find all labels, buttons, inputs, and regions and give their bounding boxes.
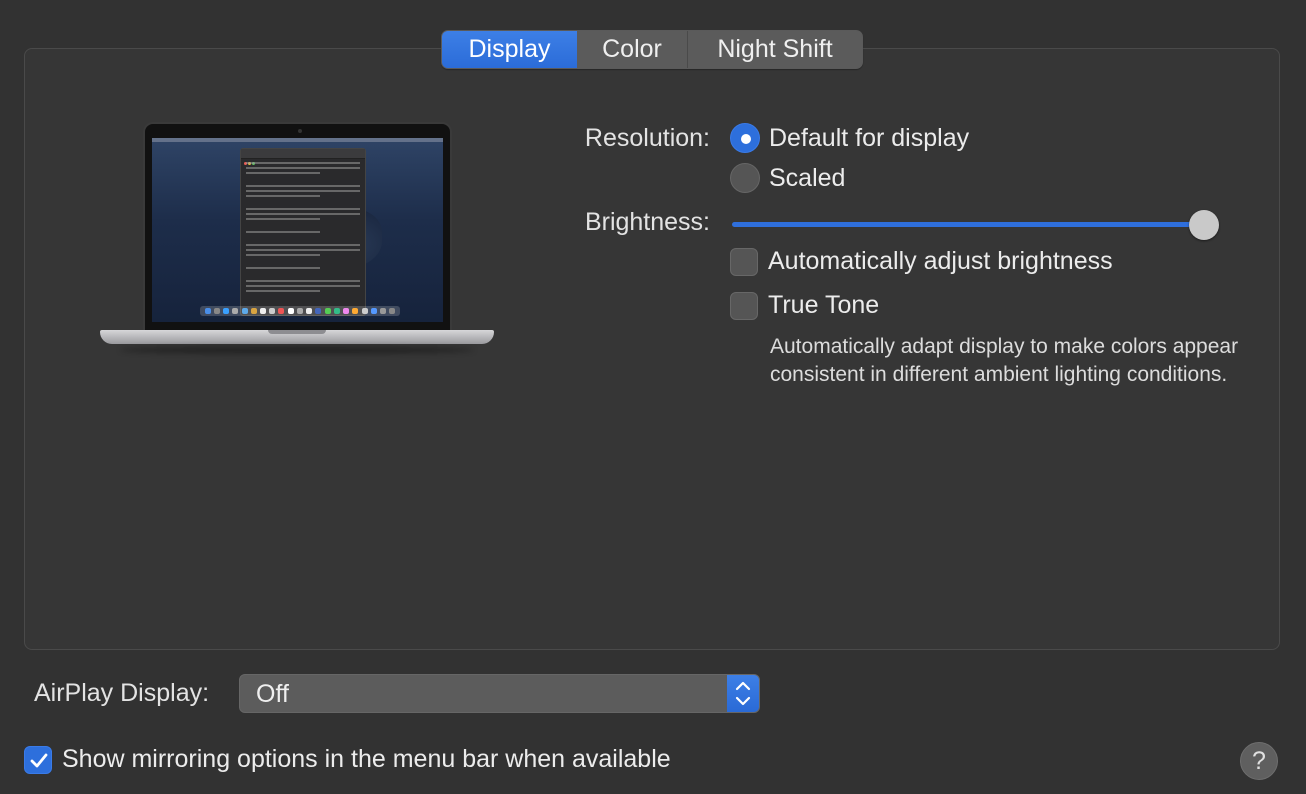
popup-chevrons-icon[interactable]: [727, 675, 759, 712]
text-line: [246, 162, 360, 164]
text-line: [246, 290, 321, 292]
macbook-illustration: [100, 122, 494, 358]
document-titlebar: [241, 149, 365, 165]
radio-button-selected[interactable]: [730, 123, 760, 153]
resolution-default-label: Default for display: [769, 123, 970, 152]
text-line: [246, 185, 360, 187]
document-window: [240, 148, 366, 316]
text-line: [246, 280, 360, 282]
brightness-slider-knob[interactable]: [1189, 210, 1219, 240]
airplay-display-popup[interactable]: Off: [239, 674, 760, 713]
text-line: [246, 231, 321, 233]
radio-button[interactable]: [730, 163, 760, 193]
true-tone-option[interactable]: True Tone: [730, 291, 879, 320]
laptop-screen: [152, 138, 443, 322]
brightness-slider-track[interactable]: [732, 222, 1204, 227]
text-line: [246, 218, 321, 220]
camera-dot: [298, 129, 302, 133]
resolution-scaled-option[interactable]: Scaled: [730, 163, 845, 193]
text-line: [246, 190, 360, 192]
text-line: [246, 249, 360, 251]
text-line: [246, 208, 360, 210]
mirroring-checkbox[interactable]: [24, 745, 52, 774]
mirroring-option[interactable]: Show mirroring options in the menu bar w…: [24, 745, 671, 774]
mirroring-label: Show mirroring options in the menu bar w…: [62, 745, 671, 773]
laptop-base: [100, 330, 494, 344]
text-line: [246, 172, 321, 174]
tab-color[interactable]: Color: [577, 31, 688, 68]
checkmark-icon: [30, 753, 48, 767]
auto-brightness-option[interactable]: Automatically adjust brightness: [730, 247, 1113, 276]
text-line: [246, 254, 321, 256]
help-button[interactable]: ?: [1240, 742, 1278, 780]
text-line: [246, 195, 321, 197]
text-line: [246, 285, 360, 287]
text-line: [246, 213, 360, 215]
resolution-default-option[interactable]: Default for display: [730, 123, 969, 153]
resolution-scaled-label: Scaled: [769, 163, 846, 192]
text-line: [246, 167, 360, 169]
tab-night-shift[interactable]: Night Shift: [688, 31, 862, 68]
screen-menubar: [152, 138, 443, 142]
dock: [200, 306, 400, 316]
auto-brightness-label: Automatically adjust brightness: [768, 247, 1113, 275]
true-tone-label: True Tone: [768, 291, 880, 319]
airplay-display-label: AirPlay Display:: [34, 679, 210, 707]
tab-bar: Display Color Night Shift: [441, 30, 863, 69]
laptop-notch: [268, 330, 326, 334]
tab-display[interactable]: Display: [442, 31, 577, 68]
brightness-label: Brightness:: [584, 208, 710, 236]
auto-brightness-checkbox[interactable]: [730, 247, 758, 276]
true-tone-checkbox[interactable]: [730, 291, 758, 320]
laptop-shadow: [120, 346, 474, 354]
resolution-label: Resolution:: [584, 124, 710, 152]
text-line: [246, 244, 360, 246]
airplay-display-value: Off: [256, 680, 289, 708]
true-tone-description: Automatically adapt display to make colo…: [770, 335, 1239, 386]
laptop-lid: [143, 122, 452, 332]
text-line: [246, 267, 321, 269]
